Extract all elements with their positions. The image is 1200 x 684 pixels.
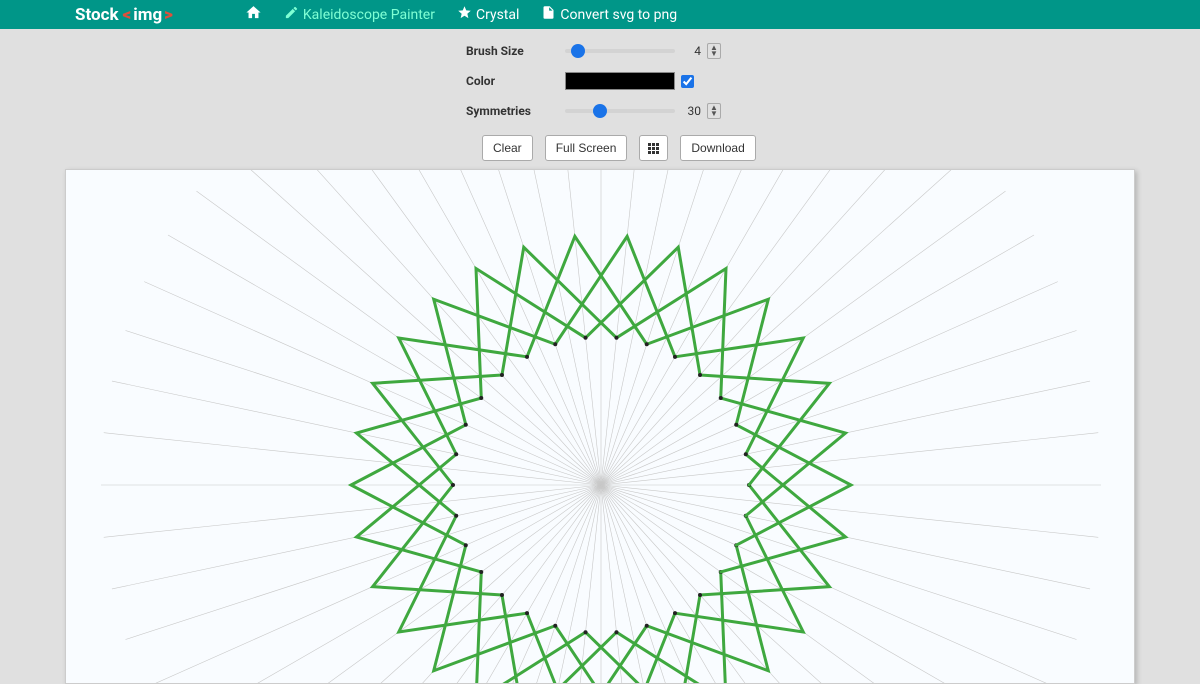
- download-button[interactable]: Download: [680, 135, 755, 161]
- file-icon: [541, 5, 556, 24]
- grid-button[interactable]: [639, 135, 668, 161]
- control-row-color: Color: [0, 67, 1200, 95]
- controls-panel: Brush Size 4 ▲ ▼ Color Symmetries 30 ▲ ▼: [0, 29, 1200, 161]
- nav-label-crystal: Crystal: [476, 7, 519, 23]
- symmetries-spinner[interactable]: ▲ ▼: [707, 103, 721, 119]
- star-icon: [457, 5, 472, 24]
- canvas-container[interactable]: [65, 169, 1135, 684]
- clear-button[interactable]: Clear: [482, 135, 533, 161]
- brush-size-spinner[interactable]: ▲ ▼: [707, 43, 721, 59]
- grid-icon: [648, 143, 659, 154]
- button-row: Clear Full Screen Download: [0, 135, 1200, 161]
- logo-bracket-right: >: [164, 5, 173, 25]
- logo-text-img: img: [133, 5, 162, 25]
- symmetries-slider[interactable]: [565, 109, 675, 113]
- control-row-symmetries: Symmetries 30 ▲ ▼: [0, 97, 1200, 125]
- control-row-brush-size: Brush Size 4 ▲ ▼: [0, 37, 1200, 65]
- color-label: Color: [0, 74, 565, 88]
- home-icon: [245, 4, 262, 25]
- logo-text-stock: Stock: [75, 5, 119, 25]
- symmetries-value: 30: [681, 104, 701, 118]
- chevron-down-icon: ▼: [710, 111, 718, 117]
- fullscreen-button[interactable]: Full Screen: [545, 135, 628, 161]
- nav-home[interactable]: [245, 4, 262, 25]
- symmetries-label: Symmetries: [0, 104, 565, 118]
- brush-size-label: Brush Size: [0, 44, 565, 58]
- kaleidoscope-canvas[interactable]: [66, 170, 1135, 684]
- color-picker[interactable]: [565, 72, 675, 90]
- color-random-checkbox[interactable]: [681, 75, 694, 88]
- logo-bracket-left: <: [123, 5, 132, 25]
- site-logo[interactable]: Stock < img >: [75, 5, 173, 25]
- chevron-down-icon: ▼: [710, 51, 718, 57]
- brush-size-value: 4: [681, 44, 701, 58]
- nav-label-convert: Convert svg to png: [560, 7, 677, 23]
- brush-size-slider[interactable]: [565, 49, 675, 53]
- nav-label-painter: Kaleidoscope Painter: [303, 7, 435, 23]
- pencil-icon: [284, 5, 299, 24]
- nav-kaleidoscope-painter[interactable]: Kaleidoscope Painter: [284, 5, 435, 24]
- top-navbar: Stock < img > Kaleidoscope Painter Cryst…: [0, 0, 1200, 29]
- nav-crystal[interactable]: Crystal: [457, 5, 519, 24]
- nav-convert-svg-png[interactable]: Convert svg to png: [541, 5, 677, 24]
